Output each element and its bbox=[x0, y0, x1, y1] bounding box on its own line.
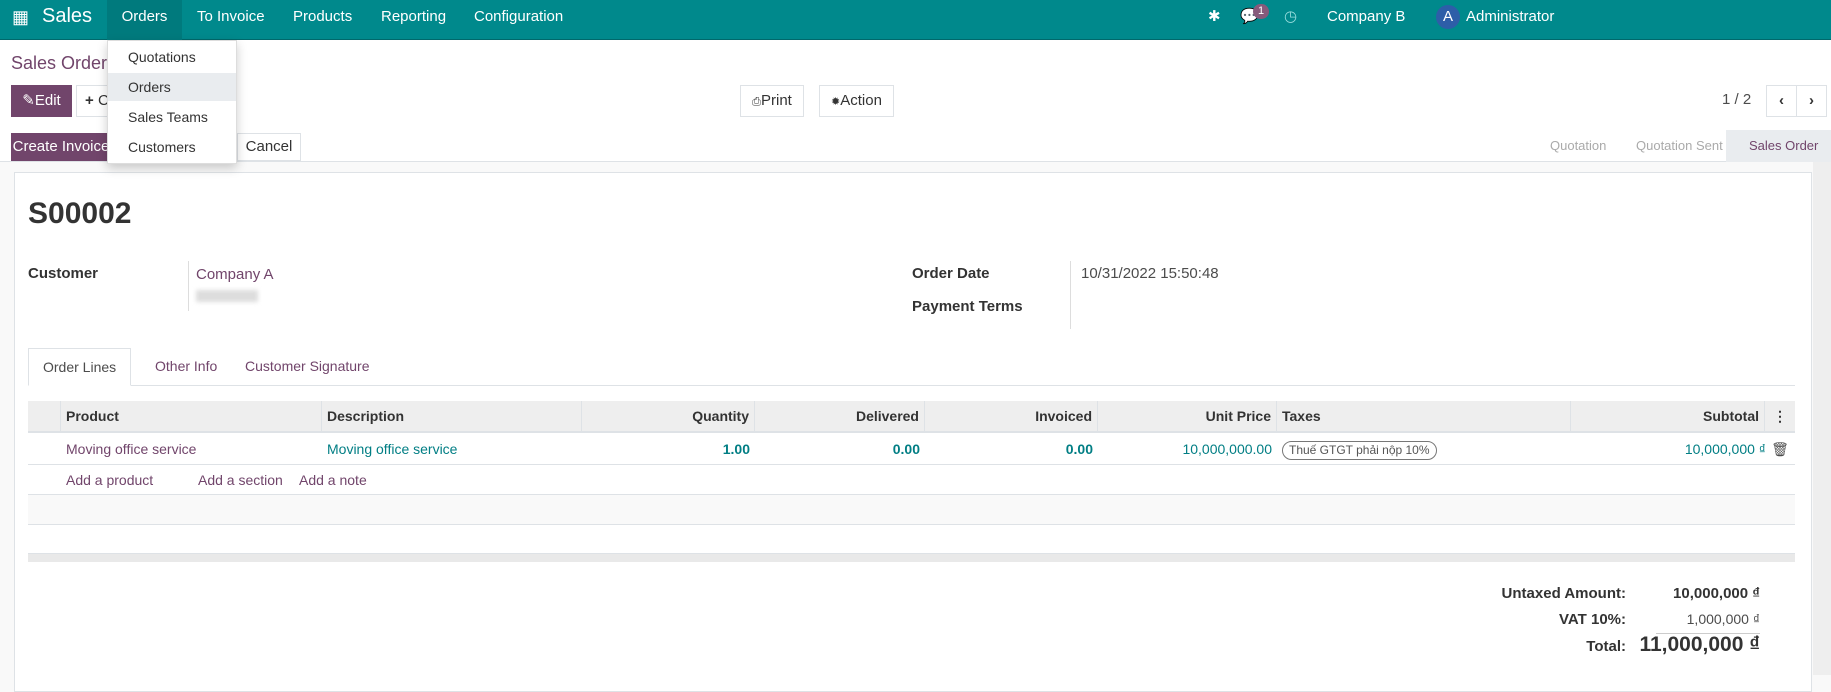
cell-quantity: 1.00 bbox=[722, 441, 750, 457]
menu-configuration[interactable]: Configuration bbox=[474, 0, 563, 40]
payment-terms-label: Payment Terms bbox=[912, 298, 1023, 315]
create-invoice-button[interactable]: Create Invoice bbox=[11, 133, 111, 161]
untaxed-label: Untaxed Amount: bbox=[1501, 585, 1626, 602]
menu-item-quotations[interactable]: Quotations bbox=[108, 43, 236, 71]
vat-label: VAT 10%: bbox=[1559, 611, 1626, 628]
cell-invoiced: 0.00 bbox=[1065, 441, 1093, 457]
action-button[interactable]: ✹Action bbox=[819, 85, 894, 117]
menu-products[interactable]: Products bbox=[293, 0, 352, 40]
apps-grid-icon[interactable]: ▦ bbox=[12, 0, 29, 40]
tax-tag: Thuế GTGT phải nộp 10% bbox=[1282, 441, 1437, 460]
action-label: Action bbox=[840, 92, 882, 109]
tab-order-lines[interactable]: Order Lines bbox=[28, 348, 132, 386]
col-unit-price[interactable]: Unit Price bbox=[1098, 401, 1277, 433]
add-note-link[interactable]: Add a note bbox=[294, 464, 372, 496]
col-delivered[interactable]: Delivered bbox=[755, 401, 925, 433]
total-label: Total: bbox=[1586, 638, 1626, 655]
control-panel bbox=[0, 40, 1831, 132]
chat-count-badge: 1 bbox=[1253, 4, 1270, 19]
untaxed-value: 10,000,000 ₫ bbox=[1673, 585, 1760, 602]
app-name[interactable]: Sales bbox=[42, 0, 92, 40]
edit-button[interactable]: ✎Edit bbox=[11, 85, 72, 117]
menu-item-orders[interactable]: Orders bbox=[108, 73, 236, 101]
scrollbar[interactable] bbox=[1813, 162, 1831, 675]
col-taxes[interactable]: Taxes bbox=[1277, 401, 1571, 433]
add-product-link[interactable]: Add a product bbox=[61, 464, 158, 496]
trash-icon[interactable]: 🗑 bbox=[1765, 433, 1795, 465]
tab-other-info[interactable]: Other Info bbox=[141, 348, 231, 386]
cell-subtotal: 10,000,000 ₫ bbox=[1684, 441, 1766, 457]
pager-previous-button[interactable]: ‹ bbox=[1766, 85, 1797, 117]
status-quotation[interactable]: Quotation bbox=[1550, 138, 1606, 153]
notebook-tabs: Order Lines Other Info Customer Signatur… bbox=[28, 348, 1795, 386]
avatar[interactable]: A bbox=[1436, 5, 1460, 29]
print-button[interactable]: ⎙Print bbox=[740, 85, 804, 117]
edit-label: Edit bbox=[34, 92, 61, 109]
cell-unit-price: 10,000,000.00 bbox=[1182, 441, 1272, 457]
add-section-link[interactable]: Add a section bbox=[193, 464, 288, 496]
cell-description[interactable]: Moving office service bbox=[322, 433, 462, 465]
col-product[interactable]: Product bbox=[61, 401, 322, 433]
customer-label: Customer bbox=[28, 265, 99, 282]
gear-icon: ✹ bbox=[831, 96, 841, 108]
company-switcher[interactable]: Company B bbox=[1327, 0, 1405, 40]
status-sales-order: Sales Order bbox=[1726, 130, 1831, 162]
customer-address-blurred bbox=[196, 290, 258, 302]
activity-clock-icon[interactable]: ◷ bbox=[1284, 0, 1297, 40]
pager-next-button[interactable]: › bbox=[1796, 85, 1827, 117]
total-value: 11,000,000 ₫ bbox=[1639, 633, 1760, 656]
orders-dropdown: Quotations Orders Sales Teams Customers bbox=[107, 40, 237, 164]
order-date-label: Order Date bbox=[912, 265, 990, 282]
optional-columns-icon[interactable]: ⋮ bbox=[1765, 401, 1795, 433]
customer-link[interactable]: Company A bbox=[196, 266, 274, 283]
status-quotation-sent[interactable]: Quotation Sent bbox=[1636, 138, 1723, 153]
plus-icon: + bbox=[85, 92, 94, 109]
col-description[interactable]: Description bbox=[322, 401, 582, 433]
debug-bug-icon[interactable]: ✱ bbox=[1208, 0, 1221, 40]
menu-reporting[interactable]: Reporting bbox=[381, 0, 446, 40]
col-subtotal[interactable]: Subtotal bbox=[1571, 401, 1765, 433]
pager-value[interactable]: 1 / 2 bbox=[1722, 91, 1751, 108]
breadcrumb[interactable]: Sales Orders bbox=[11, 53, 116, 74]
cancel-button[interactable]: Cancel bbox=[237, 133, 301, 161]
tab-customer-signature[interactable]: Customer Signature bbox=[231, 348, 384, 386]
cell-product[interactable]: Moving office service bbox=[61, 433, 201, 465]
pencil-icon: ✎ bbox=[22, 92, 35, 109]
top-navbar: ▦ Sales Orders To Invoice Products Repor… bbox=[0, 0, 1831, 59]
print-label: Print bbox=[760, 92, 792, 109]
menu-item-sales-teams[interactable]: Sales Teams bbox=[108, 103, 236, 131]
vat-value: 1,000,000 ₫ bbox=[1686, 611, 1760, 627]
col-invoiced[interactable]: Invoiced bbox=[925, 401, 1098, 433]
user-menu[interactable]: Administrator (odoo15_to_inter_company_s… bbox=[1466, 0, 1831, 59]
menu-to-invoice[interactable]: To Invoice bbox=[197, 0, 265, 40]
record-name: S00002 bbox=[28, 197, 132, 230]
menu-orders[interactable]: Orders bbox=[107, 0, 182, 40]
print-icon: ⎙ bbox=[752, 96, 761, 108]
col-quantity[interactable]: Quantity bbox=[582, 401, 755, 433]
cell-delivered: 0.00 bbox=[892, 441, 920, 457]
menu-item-customers[interactable]: Customers bbox=[108, 133, 236, 161]
order-date-value: 10/31/2022 15:50:48 bbox=[1081, 265, 1219, 282]
